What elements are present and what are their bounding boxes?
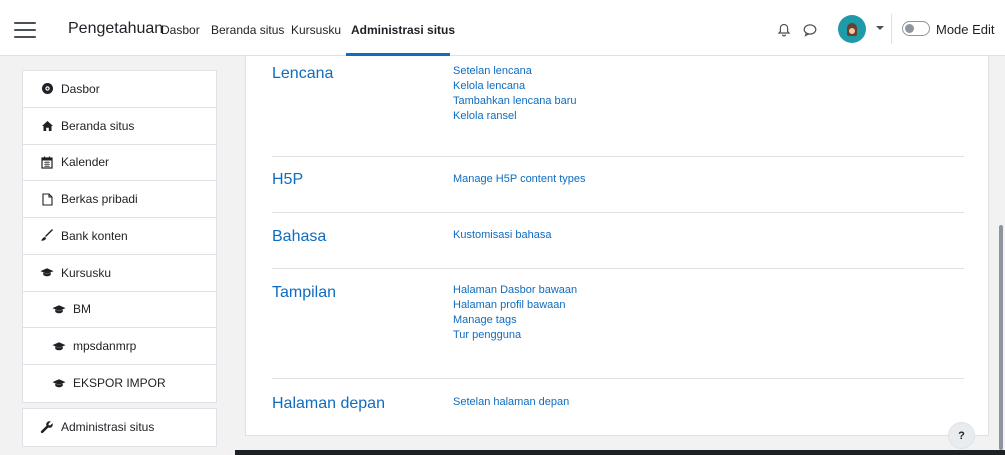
user-avatar[interactable]: [838, 15, 866, 43]
nav-drawer-admin-list: Administrasi situs: [22, 408, 217, 447]
section-links: Manage H5P content types: [453, 172, 586, 187]
sidebar-item-beranda-situs[interactable]: Beranda situs: [23, 108, 216, 145]
sidebar-item-label: BM: [73, 302, 91, 317]
footer-bar: [235, 450, 1005, 455]
top-navbar: Pengetahuan Dasbor Beranda situs Kursusk…: [0, 0, 1005, 56]
sidebar-item-administrasi-situs[interactable]: Administrasi situs: [23, 409, 216, 446]
section-links: Halaman Dasbor bawaan Halaman profil baw…: [453, 283, 577, 343]
section-links: Kustomisasi bahasa: [453, 228, 551, 243]
link-tur-pengguna[interactable]: Tur pengguna: [453, 328, 577, 343]
section-title: Bahasa: [272, 228, 327, 245]
user-menu-chevron-down-icon[interactable]: [876, 26, 884, 30]
paintbrush-icon: [40, 229, 54, 243]
wrench-icon: [40, 420, 54, 434]
home-icon: [40, 119, 54, 133]
link-halaman-profil-bawaan[interactable]: Halaman profil bawaan: [453, 298, 577, 313]
link-setelan-lencana[interactable]: Setelan lencana: [453, 64, 577, 79]
bell-icon[interactable]: [776, 22, 792, 38]
sidebar-item-dasbor[interactable]: Dasbor: [23, 71, 216, 108]
sidebar-item-label: mpsdanmrp: [73, 339, 137, 354]
sidebar-item-course-mpsdanmrp[interactable]: mpsdanmrp: [23, 328, 216, 365]
section-title: Lencana: [272, 65, 334, 82]
sidebar-item-label: EKSPOR IMPOR: [73, 376, 166, 391]
sidebar-item-label: Kursusku: [61, 265, 112, 280]
calendar-icon: [40, 155, 54, 169]
section-title: H5P: [272, 171, 304, 188]
link-tambahkan-lencana-baru[interactable]: Tambahkan lencana baru: [453, 94, 577, 109]
section-title: Halaman depan: [272, 395, 385, 412]
navbar-divider: [891, 14, 892, 44]
nav-drawer: Dasbor Beranda situs Kalender Berkas pri…: [0, 56, 235, 455]
sidebar-item-label: Dasbor: [61, 81, 100, 96]
sidebar-item-course-ekspor-impor[interactable]: EKSPOR IMPOR: [23, 365, 216, 402]
sidebar-item-kalender[interactable]: Kalender: [23, 145, 216, 182]
dashboard-icon: [40, 82, 54, 96]
nav-link-dasbor[interactable]: Dasbor: [161, 23, 200, 37]
graduation-cap-icon: [52, 339, 66, 353]
nav-drawer-main-list: Dasbor Beranda situs Kalender Berkas pri…: [22, 70, 217, 403]
main-content: Lencana Setelan lencana Kelola lencana T…: [245, 56, 989, 436]
link-halaman-dasbor-bawaan[interactable]: Halaman Dasbor bawaan: [453, 283, 577, 298]
graduation-cap-icon: [52, 302, 66, 316]
section-divider: [272, 268, 964, 269]
nav-link-administrasi-situs[interactable]: Administrasi situs: [351, 23, 455, 37]
site-brand[interactable]: Pengetahuan: [68, 20, 163, 38]
section-title: Tampilan: [272, 284, 337, 301]
sidebar-item-label: Berkas pribadi: [61, 192, 138, 207]
section-links: Setelan halaman depan: [453, 395, 569, 410]
page-scrollbar[interactable]: [999, 225, 1003, 450]
section-divider: [272, 212, 964, 213]
menu-toggle-icon[interactable]: [14, 22, 36, 38]
help-button[interactable]: ?: [948, 422, 975, 449]
section-divider: [272, 378, 964, 379]
link-kelola-ransel[interactable]: Kelola ransel: [453, 109, 577, 124]
sidebar-item-label: Administrasi situs: [61, 420, 155, 435]
file-icon: [40, 192, 54, 206]
sidebar-item-bank-konten[interactable]: Bank konten: [23, 218, 216, 255]
graduation-cap-icon: [40, 266, 54, 280]
link-manage-h5p-content-types[interactable]: Manage H5P content types: [453, 172, 586, 187]
link-kustomisasi-bahasa[interactable]: Kustomisasi bahasa: [453, 228, 551, 243]
sidebar-item-label: Kalender: [61, 155, 110, 170]
link-manage-tags[interactable]: Manage tags: [453, 313, 577, 328]
edit-mode-label: Mode Edit: [936, 22, 995, 37]
sidebar-item-berkas-pribadi[interactable]: Berkas pribadi: [23, 181, 216, 218]
nav-link-beranda-situs[interactable]: Beranda situs: [211, 23, 284, 37]
link-kelola-lencana[interactable]: Kelola lencana: [453, 79, 577, 94]
chat-bubble-icon[interactable]: [802, 22, 818, 38]
graduation-cap-icon: [52, 376, 66, 390]
sidebar-item-label: Bank konten: [61, 228, 128, 243]
sidebar-item-kursusku[interactable]: Kursusku: [23, 255, 216, 292]
sidebar-item-label: Beranda situs: [61, 118, 135, 133]
sidebar-item-course-bm[interactable]: BM: [23, 292, 216, 329]
section-divider: [272, 156, 964, 157]
nav-link-kursusku[interactable]: Kursusku: [291, 23, 341, 37]
link-setelan-halaman-depan[interactable]: Setelan halaman depan: [453, 395, 569, 410]
edit-mode-toggle[interactable]: [902, 21, 930, 36]
section-links: Setelan lencana Kelola lencana Tambahkan…: [453, 64, 577, 124]
